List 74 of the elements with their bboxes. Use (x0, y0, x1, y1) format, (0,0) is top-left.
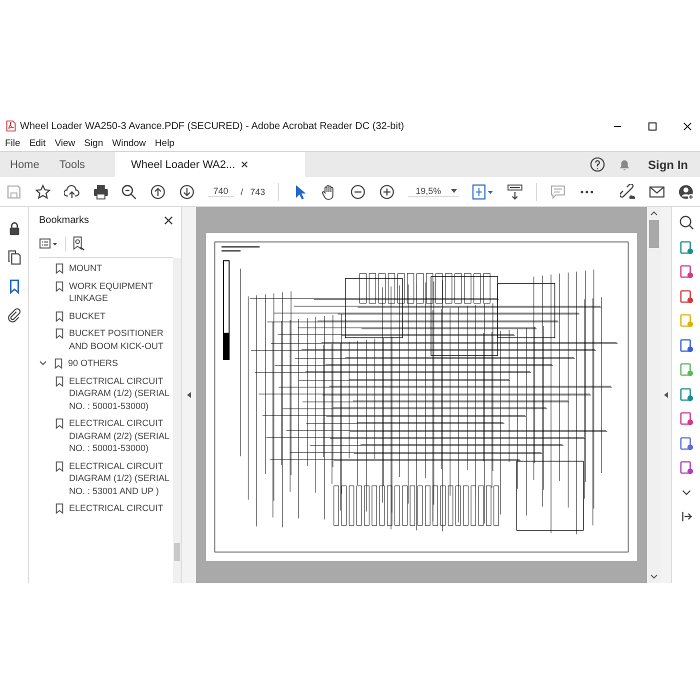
bookmark-item[interactable]: ELECTRICAL CIRCUIT DIAGRAM (1/2) (SERIAL NO. : 50001-53000) (69, 374, 173, 412)
zoom-search-icon[interactable] (678, 215, 694, 230)
window-title: Wheel Loader WA250-3 Avance.PDF (SECURED) - Adobe Acrobat Reader DC (32-bit) (20, 120, 404, 132)
bookmark-icon (55, 263, 64, 274)
user-add-icon[interactable] (678, 184, 694, 200)
bookmark-icon (54, 358, 63, 369)
scrollbar-thumb[interactable] (649, 220, 659, 248)
maximize-icon[interactable] (648, 122, 657, 130)
scroll-mode-icon[interactable] (506, 184, 523, 200)
new-bookmark-icon[interactable] (72, 236, 85, 251)
tool-icon[interactable] (678, 460, 694, 475)
bookmark-icon (55, 418, 64, 429)
menu-item[interactable]: View (54, 138, 76, 148)
tab[interactable]: Tools (49, 152, 96, 177)
arrow-down-circle-icon[interactable] (179, 184, 195, 200)
bookmark-item[interactable]: MOUNT (69, 262, 173, 274)
mail-icon[interactable] (649, 184, 666, 200)
menu-item[interactable]: Edit (29, 138, 46, 148)
menu-item[interactable]: Window (112, 138, 146, 148)
sign-in-button[interactable]: Sign In (644, 158, 700, 172)
menu-item[interactable]: Sign (84, 138, 104, 148)
tab[interactable]: Home (0, 152, 50, 177)
caret-icon (451, 189, 458, 193)
tool-icon[interactable] (678, 288, 694, 304)
fit-page-icon[interactable] (472, 184, 494, 200)
tool-icon[interactable] (678, 386, 694, 402)
bookmark-item[interactable]: ELECTRICAL CIRCUIT DIAGRAM (1/2) (SERIAL NO. : 53001 AND UP ) (69, 460, 173, 497)
scroll-up-icon[interactable] (650, 211, 658, 216)
print-icon[interactable] (92, 184, 108, 200)
pages-icon[interactable] (6, 250, 22, 265)
bookmark-item[interactable]: WORK EQUIPMENT LINKAGE (69, 280, 173, 304)
cloud-upload-icon[interactable] (64, 184, 80, 200)
bookmark-item[interactable]: ELECTRICAL CIRCUIT (69, 502, 173, 514)
bookmark-item[interactable]: BUCKET (69, 310, 173, 322)
bookmark-icon (55, 310, 64, 322)
scrollbar[interactable] (173, 258, 181, 583)
bookmark-icon (55, 460, 64, 472)
collapse-arrow-icon[interactable] (187, 392, 191, 398)
expand-caret-icon[interactable] (39, 359, 47, 367)
help-icon[interactable] (590, 157, 605, 172)
zoom-out-search-icon[interactable] (121, 184, 138, 200)
zoom-out-icon[interactable] (350, 184, 366, 200)
bookmark-item[interactable]: ELECTRICAL CIRCUIT DIAGRAM (2/2) (SERIAL NO. : 50001-53000) (69, 417, 173, 454)
tool-icon[interactable] (678, 240, 694, 254)
bookmark-item[interactable]: BUCKET POSITIONER AND BOOM KICK-OUT (69, 327, 173, 352)
scroll-down-icon[interactable] (650, 574, 658, 579)
bookmark-icon (55, 328, 64, 339)
zoom-dropdown[interactable]: 19,5% (408, 186, 460, 197)
close-tab-icon[interactable] (241, 161, 248, 168)
page-number-field[interactable]: 740 (208, 186, 234, 197)
tool-icon[interactable] (678, 436, 694, 450)
options-list-icon[interactable] (39, 238, 59, 250)
arrow-up-circle-icon[interactable] (150, 184, 166, 200)
close-icon[interactable] (683, 122, 692, 130)
zoom-in-icon[interactable] (378, 184, 395, 200)
tool-icon[interactable] (678, 411, 694, 426)
pdf-file-icon (6, 120, 16, 132)
star-icon[interactable] (34, 184, 51, 200)
expand-arrow-icon[interactable] (664, 392, 668, 398)
paperclip-icon[interactable] (6, 308, 22, 323)
menu-item[interactable]: Help (154, 138, 174, 148)
tool-icon[interactable] (678, 264, 694, 279)
bookmark-icon (55, 376, 64, 386)
bookmark-icon (55, 503, 64, 514)
close-icon[interactable] (164, 216, 173, 225)
bookmark-item[interactable]: 90 OTHERS (68, 357, 172, 370)
menu-item[interactable]: File (5, 138, 20, 148)
page-separator: / (240, 186, 244, 196)
panel-title: Bookmarks (39, 215, 90, 226)
tool-icon[interactable] (678, 338, 694, 352)
bookmark-icon (55, 280, 64, 292)
link-cloud-icon[interactable] (620, 184, 636, 200)
tab[interactable]: Wheel Loader WA2... (115, 152, 306, 177)
page-total: 743 (250, 186, 266, 196)
